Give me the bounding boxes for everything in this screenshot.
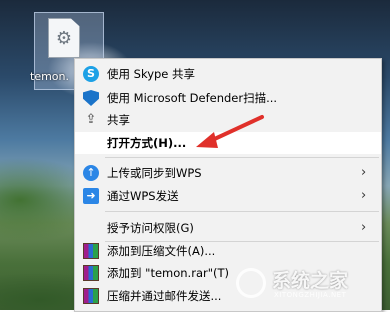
winrar-icon [83,265,99,281]
winrar-icon [83,243,99,259]
menu-item-label: 上传或同步到WPS [107,166,202,180]
menu-item-label: 使用 Microsoft Defender扫描... [107,91,278,105]
menu-item-label: 共享 [107,113,130,127]
menu-item-label: 授予访问权限(G) [107,221,194,235]
watermark-logo-icon [236,268,266,298]
menu-item-label: 压缩并通过邮件发送... [107,289,222,303]
watermark: 系统之家 XITONGZHIJIA.NET [236,262,386,306]
chevron-right-icon: › [361,165,367,180]
menu-item-add-to-archive[interactable]: 添加到压缩文件(A)... [75,240,381,262]
gear-icon: ⚙ [55,28,73,49]
menu-item-grant-access[interactable]: 授予访问权限(G) › [75,217,381,239]
share-icon: ⇪ [85,112,97,127]
watermark-title: 系统之家 [272,270,349,292]
menu-item-open-with[interactable]: 打开方式(H)... [75,132,381,154]
menu-separator [105,157,379,158]
menu-item-label: 打开方式(H)... [107,136,187,150]
winrar-icon [83,288,99,304]
chevron-right-icon: › [361,188,367,203]
menu-separator [105,211,379,212]
menu-item-label: 添加到压缩文件(A)... [107,244,216,258]
menu-item-wps-send[interactable]: ➜ 通过WPS发送 › [75,185,381,207]
desktop-file-name[interactable]: temon. [30,68,75,86]
skype-icon: S [83,66,99,82]
menu-item-wps-upload[interactable]: ↑ 上传或同步到WPS › [75,162,381,184]
wps-send-icon: ➜ [83,188,99,204]
menu-item-label: 添加到 "temon.rar"(T) [107,266,230,280]
wps-cloud-icon: ↑ [83,165,99,181]
defender-shield-icon [83,90,99,106]
chevron-right-icon: › [361,220,367,235]
menu-item-share[interactable]: ⇪ 共享 [75,109,381,131]
watermark-subtitle: XITONGZHIJIA.NET [274,291,347,299]
menu-item-label: 通过WPS发送 [107,189,179,203]
menu-item-defender-scan[interactable]: 使用 Microsoft Defender扫描... [75,87,381,109]
menu-item-label: 使用 Skype 共享 [107,67,196,81]
menu-item-skype-share[interactable]: S 使用 Skype 共享 [75,63,381,85]
